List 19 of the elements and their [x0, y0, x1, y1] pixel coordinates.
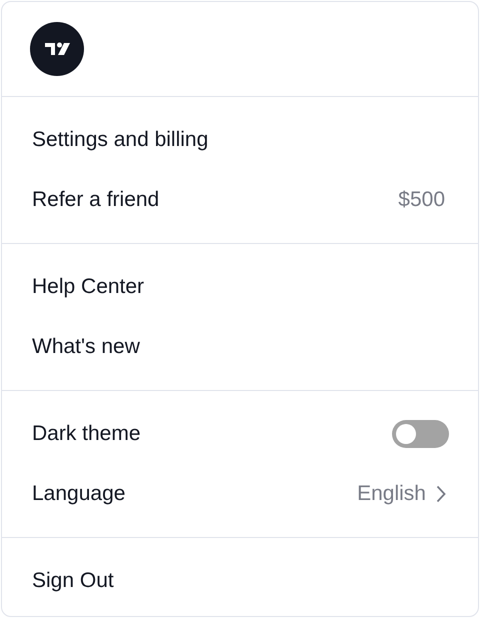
- menu-item[interactable]: Settings and billing: [2, 110, 478, 170]
- menu-item[interactable]: Sign Out: [2, 551, 478, 611]
- menu-item[interactable]: Dark theme: [2, 404, 478, 464]
- toggle-switch[interactable]: [392, 420, 449, 448]
- menu-label: Dark theme: [32, 421, 141, 448]
- logo-icon: [30, 22, 84, 76]
- reward-amount: $500: [398, 187, 446, 214]
- menu-item[interactable]: Language English: [2, 464, 478, 524]
- menu-label: Settings and billing: [32, 127, 208, 154]
- menu-label: What's new: [32, 334, 140, 360]
- menu-item[interactable]: What's new: [2, 317, 478, 377]
- menu-label: Language: [32, 481, 126, 508]
- menu-label: Refer a friend: [32, 187, 160, 214]
- language-value: English: [357, 481, 426, 508]
- menu-label: Help Center: [32, 274, 144, 300]
- menu-item[interactable]: Refer a friend $500: [2, 170, 478, 230]
- menu-label: Sign Out: [32, 568, 114, 594]
- chevron-right-icon: [436, 485, 446, 503]
- menu-item[interactable]: Help Center: [2, 257, 478, 317]
